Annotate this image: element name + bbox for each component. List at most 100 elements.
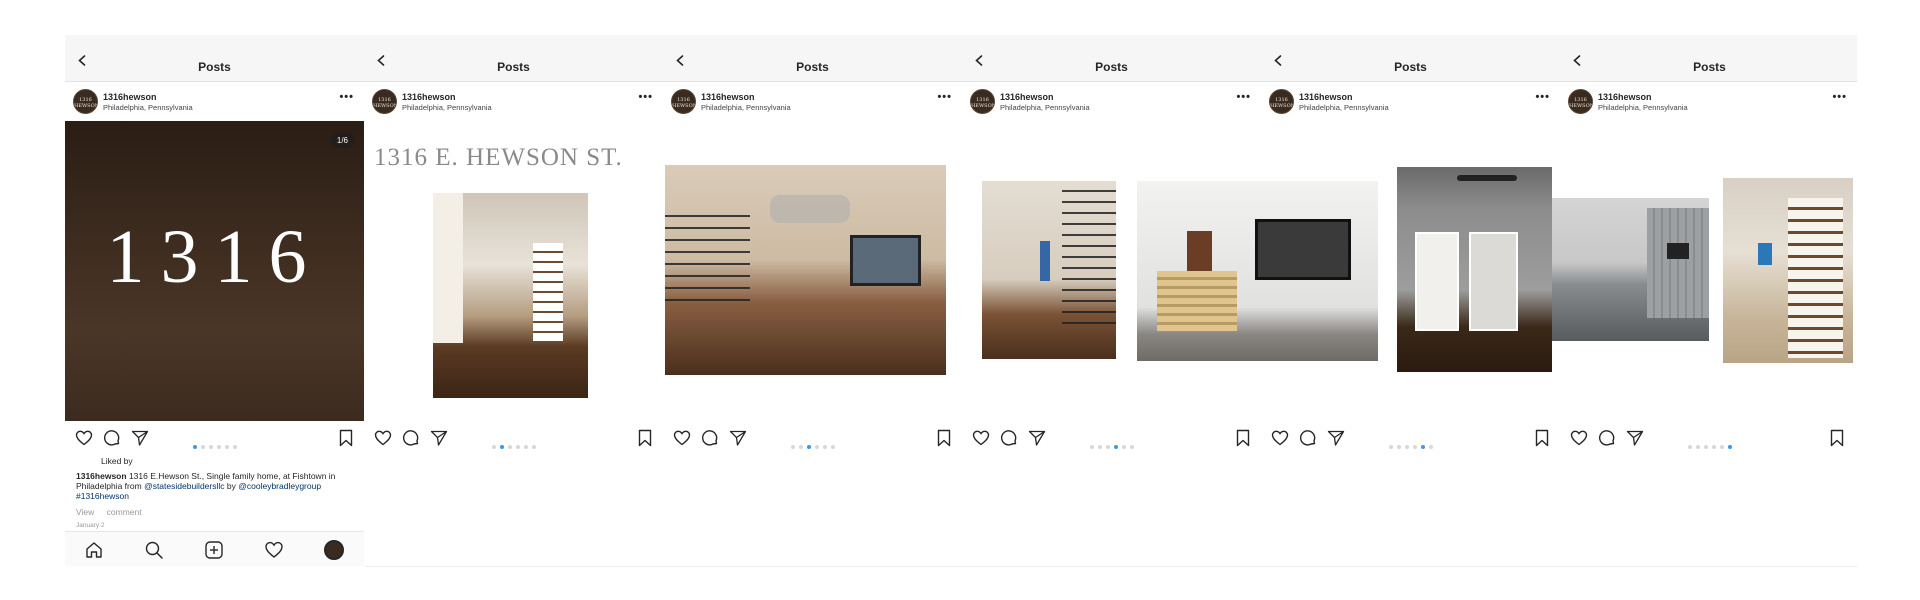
more-icon[interactable]: ••• <box>638 91 653 103</box>
location[interactable]: Philadelphia, Pennsylvania <box>103 103 193 112</box>
post-panel-2: Posts 1316 HEWSON 1316hewson Philadelphi… <box>364 35 663 565</box>
post-panel-6: Posts 1316 HEWSON 1316hewson Philadelphi… <box>1552 35 1859 565</box>
post-panel-3: Posts 1316 HEWSON 1316hewson Philadelphi… <box>663 35 962 565</box>
location[interactable]: Philadelphia, Pennsylvania <box>1299 103 1389 112</box>
railing-shape <box>665 205 750 305</box>
bookmark-icon[interactable] <box>1828 429 1846 447</box>
caption-by: by <box>226 481 236 491</box>
location[interactable]: Philadelphia, Pennsylvania <box>1000 103 1090 112</box>
post-photo-hallway[interactable] <box>982 181 1116 359</box>
steps-shape <box>1157 271 1237 331</box>
search-icon[interactable] <box>144 540 164 560</box>
stairs-shape <box>1788 198 1843 358</box>
closet-shape <box>1469 232 1518 331</box>
window-shape <box>1667 243 1689 259</box>
wall-shape <box>1647 208 1709 318</box>
post-photo-stair-interior[interactable] <box>433 193 588 398</box>
comment-label[interactable]: comment <box>107 507 142 517</box>
wall-shape <box>433 193 463 343</box>
slide-title-text: 1316 E. HEWSON ST. <box>374 144 623 171</box>
bottom-tab-bar <box>65 531 364 566</box>
username[interactable]: 1316hewson <box>103 92 157 102</box>
bookmark-icon[interactable] <box>337 429 355 447</box>
carousel-dots <box>962 436 1261 454</box>
avatar-logo-text: 1316 HEWSON <box>373 97 397 109</box>
avatar[interactable]: 1316 HEWSON <box>372 89 397 114</box>
location[interactable]: Philadelphia, Pennsylvania <box>1598 103 1688 112</box>
add-icon[interactable] <box>204 540 224 560</box>
stair-rail-shape <box>1062 181 1116 331</box>
avatar-logo-text: 1316 HEWSON <box>74 97 98 109</box>
view-comments[interactable]: View comment <box>76 507 361 517</box>
page-title: Posts <box>198 60 231 74</box>
more-icon[interactable]: ••• <box>1535 91 1550 103</box>
mention-link[interactable]: @statesidebuildersllc <box>144 481 224 491</box>
post-caption: 1316hewson 1316 E.Hewson St., Single fam… <box>76 471 361 501</box>
avatar[interactable]: 1316 HEWSON <box>1568 89 1593 114</box>
carousel-dots <box>364 436 663 454</box>
bookmark-icon[interactable] <box>1533 429 1551 447</box>
activity-heart-icon[interactable] <box>264 540 284 560</box>
page-title: Posts <box>1095 60 1128 74</box>
carousel-dots <box>1560 436 1859 454</box>
avatar-logo-text: 1316 HEWSON <box>971 97 995 109</box>
location[interactable]: Philadelphia, Pennsylvania <box>402 103 492 112</box>
username[interactable]: 1316hewson <box>1598 92 1652 102</box>
page-title: Posts <box>497 60 530 74</box>
username[interactable]: 1316hewson <box>701 92 755 102</box>
door-shape <box>1040 241 1050 281</box>
post-photo-roof-deck[interactable] <box>1552 198 1709 341</box>
avatar[interactable]: 1316 HEWSON <box>73 89 98 114</box>
post-actions <box>663 425 962 453</box>
avatar[interactable]: 1316 HEWSON <box>1269 89 1294 114</box>
home-icon[interactable] <box>84 540 104 560</box>
bookmark-icon[interactable] <box>1234 429 1252 447</box>
avatar-logo-text: 1316 HEWSON <box>1270 97 1294 109</box>
liked-by[interactable]: Liked by <box>76 456 361 466</box>
post-actions <box>364 425 663 453</box>
slide-number-text: 1316 <box>106 215 323 299</box>
bookmark-icon[interactable] <box>636 429 654 447</box>
view-label[interactable]: View <box>76 507 94 517</box>
page-title: Posts <box>1394 60 1427 74</box>
post-date: January 2 <box>76 522 105 529</box>
bookmark-icon[interactable] <box>935 429 953 447</box>
post-photo-bedroom-doors[interactable] <box>1397 167 1552 372</box>
more-icon[interactable]: ••• <box>339 91 354 103</box>
post-photo-slide-1[interactable]: 1/6 1316 <box>65 121 364 421</box>
post-actions <box>1261 425 1560 453</box>
window-shape <box>850 235 921 286</box>
more-icon[interactable]: ••• <box>1832 91 1847 103</box>
carousel-dots <box>663 436 962 454</box>
stair-shape <box>533 243 563 343</box>
username[interactable]: 1316hewson <box>1000 92 1054 102</box>
post-actions <box>962 425 1261 453</box>
post-actions <box>1560 425 1859 453</box>
more-icon[interactable]: ••• <box>1236 91 1251 103</box>
more-icon[interactable]: ••• <box>937 91 952 103</box>
caption-username[interactable]: 1316hewson <box>76 471 127 481</box>
carousel-dots <box>1261 436 1560 454</box>
post-panel-5: Posts 1316 HEWSON 1316hewson Philadelphi… <box>1261 35 1560 565</box>
location[interactable]: Philadelphia, Pennsylvania <box>701 103 791 112</box>
hashtag-link[interactable]: #1316hewson <box>76 491 129 501</box>
window-shape <box>1758 243 1772 265</box>
divider <box>365 566 1857 567</box>
ceiling-fan-shape <box>1457 175 1517 181</box>
username[interactable]: 1316hewson <box>402 92 456 102</box>
chandelier-shape <box>770 195 850 223</box>
slide-counter: 1/6 <box>330 133 354 148</box>
mention-link[interactable]: @cooleybradleygroup <box>238 481 321 491</box>
avatar-logo-text: 1316 HEWSON <box>672 97 696 109</box>
page-title: Posts <box>796 60 829 74</box>
post-panel-1: Posts 1316 HEWSON 1316hewson Philadelphi… <box>65 35 364 566</box>
posts-strip: Posts 1316 HEWSON 1316hewson Philadelphi… <box>65 35 1859 567</box>
post-actions <box>65 425 364 453</box>
avatar[interactable]: 1316 HEWSON <box>671 89 696 114</box>
post-photo-staircase[interactable] <box>1723 178 1853 363</box>
post-photo-living-room[interactable] <box>665 165 946 375</box>
avatar[interactable]: 1316 HEWSON <box>970 89 995 114</box>
username[interactable]: 1316hewson <box>1299 92 1353 102</box>
profile-icon[interactable] <box>324 540 344 560</box>
post-panel-4: Posts 1316 HEWSON 1316hewson Philadelphi… <box>962 35 1378 565</box>
